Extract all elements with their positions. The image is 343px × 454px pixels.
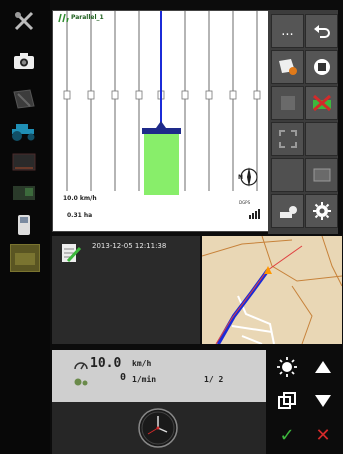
track-tag	[229, 90, 237, 100]
clock-icon	[138, 408, 178, 448]
track-tag	[253, 90, 261, 100]
window-toggle-icon	[278, 392, 296, 409]
worked-area	[144, 133, 179, 195]
close-icon: ✕	[315, 424, 331, 446]
track-tag	[205, 90, 213, 100]
tractor-icon[interactable]	[9, 118, 39, 144]
rpm-unit: 1/min	[132, 375, 157, 384]
minimap[interactable]	[202, 236, 342, 344]
brightness-icon	[277, 357, 297, 377]
rpm-icon	[74, 372, 88, 391]
rpm-value: 0	[120, 372, 127, 383]
track-icon	[57, 13, 69, 26]
add-field-button[interactable]	[271, 50, 304, 84]
terminal-icon[interactable]	[9, 212, 39, 238]
settings-gear-button[interactable]	[305, 194, 338, 228]
track-tag	[111, 90, 119, 100]
camera-icon[interactable]	[9, 48, 39, 74]
road-line	[321, 236, 342, 287]
brightness-button[interactable]	[270, 350, 304, 384]
window-toggle-button[interactable]	[270, 384, 304, 418]
road-line	[291, 285, 313, 344]
tractor-marker	[156, 121, 166, 128]
implement-settings-icon	[279, 206, 297, 218]
more-button[interactable]: ...	[271, 14, 304, 48]
clock-panel	[52, 402, 266, 454]
disabled-button	[271, 86, 304, 120]
guidance-view[interactable]: Parallel_1 N 10.0 km/h 0.31 ha DGPS	[52, 10, 270, 232]
record-stop-button[interactable]	[305, 50, 338, 84]
heading-line	[267, 245, 303, 271]
function-grid: ...	[268, 10, 338, 234]
back-icon	[313, 25, 330, 38]
confirm-button[interactable]: ✓	[270, 418, 304, 452]
job-document-icon	[60, 242, 82, 268]
disabled-icon	[280, 96, 295, 110]
work-info-panel: 10.0 km/h 0 1/min 1/ 2	[52, 350, 266, 402]
section-off-icon	[312, 94, 331, 112]
map-view-button[interactable]	[305, 158, 338, 192]
implement-icon[interactable]	[9, 150, 39, 176]
folder-icon[interactable]	[10, 244, 40, 272]
track-name: Parallel_1	[71, 14, 104, 21]
scroll-down-button[interactable]	[306, 384, 340, 418]
fullscreen-button[interactable]	[271, 122, 304, 156]
arrow-down-icon	[315, 395, 331, 407]
coverage-path	[216, 268, 270, 344]
record-stop-icon	[313, 59, 330, 75]
job-timestamp: 2013-12-05 12:11:38	[92, 242, 167, 250]
arrow-up-icon	[315, 361, 331, 373]
field-icon[interactable]	[9, 86, 39, 112]
vehicle-marker	[264, 266, 272, 274]
fullscreen-icon	[278, 130, 297, 148]
tools-icon[interactable]	[9, 8, 39, 34]
cancel-button[interactable]: ✕	[306, 418, 340, 452]
track-tag	[63, 90, 71, 100]
scroll-up-button[interactable]	[306, 350, 340, 384]
compass-icon	[240, 167, 258, 187]
map-view-icon	[313, 168, 330, 182]
section-counter: 1/ 2	[204, 375, 224, 384]
speed-value: 10.0	[90, 356, 122, 371]
field-boundary	[231, 295, 275, 344]
track-tag	[87, 90, 95, 100]
area-readout: 0.31 ha	[67, 212, 93, 219]
gps-label: DGPS	[239, 200, 251, 205]
left-toolbar	[0, 0, 50, 454]
compass-label: N	[238, 174, 244, 181]
gps-signal-icon	[249, 209, 260, 219]
speed-unit: km/h	[132, 359, 152, 368]
job-panel[interactable]: 2013-12-05 12:11:38	[52, 236, 200, 344]
section-off-button[interactable]	[305, 86, 338, 120]
back-button[interactable]	[305, 14, 338, 48]
more-icon: ...	[281, 23, 294, 39]
blank-button-2	[271, 158, 304, 192]
add-field-icon	[278, 59, 297, 75]
coverage-icon[interactable]	[9, 180, 39, 206]
road-line	[202, 239, 293, 257]
implement-bar	[142, 128, 181, 134]
track-tag	[181, 90, 189, 100]
blank-button	[305, 122, 338, 156]
settings-gear-icon	[312, 202, 331, 220]
implement-settings-button[interactable]	[271, 194, 304, 228]
speed-readout: 10.0 km/h	[63, 195, 97, 202]
track-tag	[135, 90, 143, 100]
checkmark-icon: ✓	[279, 424, 295, 446]
